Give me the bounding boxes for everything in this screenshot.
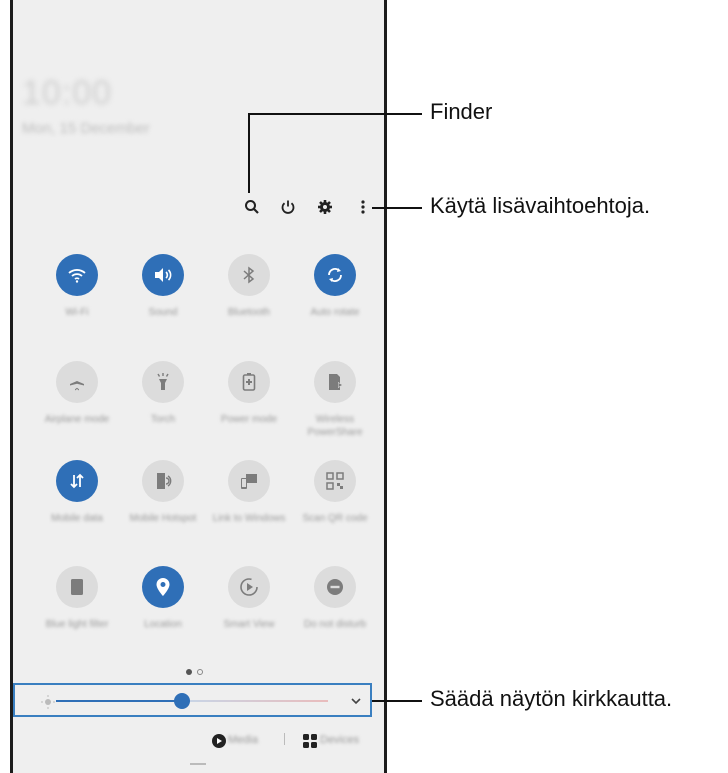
- tile-torch[interactable]: Torch: [120, 361, 206, 426]
- tile-bluetooth[interactable]: Bluetooth: [206, 254, 292, 319]
- tile-blue-light-filter[interactable]: Blue light filter: [34, 566, 120, 631]
- powershare-icon: [314, 361, 356, 403]
- tile-label: Wi-Fi: [65, 307, 89, 318]
- volume-icon: [142, 254, 184, 296]
- brightness-callout: Säädä näytön kirkkautta.: [430, 686, 673, 711]
- location-icon: [142, 566, 184, 608]
- options-callout-line: [372, 207, 422, 209]
- tile-label: Airplane mode: [44, 414, 110, 425]
- page-indicator: [186, 669, 203, 675]
- tile-label: Location: [144, 619, 182, 630]
- wifi-icon: [56, 254, 98, 296]
- tile-mobile-data[interactable]: Mobile data: [34, 460, 120, 525]
- sun-icon: [36, 690, 60, 714]
- tile-label: Bluetooth: [227, 307, 271, 318]
- tile-label: Do not disturb: [303, 619, 367, 630]
- page-dot-active: [186, 669, 192, 675]
- finder-callout: Finder: [430, 99, 493, 124]
- tile-airplane-mode[interactable]: Airplane mode: [34, 361, 120, 426]
- date: Mon, 15 December: [22, 120, 150, 137]
- link-windows-icon: [228, 460, 270, 502]
- tile-power-mode[interactable]: Power mode: [206, 361, 292, 426]
- tile-label: Smart View: [223, 619, 275, 630]
- tile-label: Blue light filter: [45, 619, 109, 630]
- devices-grid-icon[interactable]: [298, 729, 322, 753]
- finder-search-icon[interactable]: [240, 195, 264, 219]
- bluelight-icon: [56, 566, 98, 608]
- tile-wireless-powershare[interactable]: Wireless PowerShare: [292, 361, 378, 439]
- tile-location[interactable]: Location: [120, 566, 206, 631]
- devices-label[interactable]: Devices: [320, 734, 359, 746]
- data-arrows-icon: [56, 460, 98, 502]
- tile-smart-view[interactable]: Smart View: [206, 566, 292, 631]
- divider: [284, 733, 285, 745]
- clock: 10:00: [22, 74, 113, 112]
- tile-label: Link to Windows: [212, 513, 286, 524]
- dnd-icon: [314, 566, 356, 608]
- tile-label: Sound: [148, 307, 178, 318]
- battery-icon: [228, 361, 270, 403]
- tile-label: Scan QR code: [302, 513, 368, 524]
- tile-label: Auto rotate: [310, 307, 360, 318]
- hotspot-icon: [142, 460, 184, 502]
- home-indicator: [190, 763, 206, 765]
- tile-wi-fi[interactable]: Wi-Fi: [34, 254, 120, 319]
- panel-bottom: [13, 747, 384, 773]
- airplane-icon: [56, 361, 98, 403]
- tile-do-not-disturb[interactable]: Do not disturb: [292, 566, 378, 631]
- smartview-icon: [228, 566, 270, 608]
- tile-scan-qr-code[interactable]: Scan QR code: [292, 460, 378, 525]
- bluetooth-icon: [228, 254, 270, 296]
- rotate-icon: [314, 254, 356, 296]
- settings-gear-icon[interactable]: [313, 195, 337, 219]
- more-options-callout: Käytä lisävaihtoehtoja.: [430, 193, 651, 218]
- tile-auto-rotate[interactable]: Auto rotate: [292, 254, 378, 319]
- tile-sound[interactable]: Sound: [120, 254, 206, 319]
- tile-label: Power mode: [220, 414, 278, 425]
- brightness-slider-thumb[interactable]: [174, 693, 190, 709]
- tile-label: Wireless PowerShare: [307, 414, 363, 438]
- finder-callout-line-h: [248, 113, 422, 115]
- tile-link-to-windows[interactable]: Link to Windows: [206, 460, 292, 525]
- tile-mobile-hotspot[interactable]: Mobile Hotspot: [120, 460, 206, 525]
- brightness-callout-line: [372, 700, 422, 702]
- qr-icon: [314, 460, 356, 502]
- tile-label: Mobile Hotspot: [129, 513, 197, 524]
- flashlight-icon: [142, 361, 184, 403]
- chevron-down-icon[interactable]: [344, 689, 368, 713]
- brightness-track[interactable]: [182, 700, 328, 702]
- media-label[interactable]: Media: [228, 734, 258, 746]
- tile-label: Torch: [150, 414, 176, 425]
- tile-label: Mobile data: [51, 513, 103, 524]
- power-icon[interactable]: [276, 195, 300, 219]
- brightness-track-filled: [56, 700, 182, 702]
- page-dot: [197, 669, 203, 675]
- finder-callout-line: [248, 113, 250, 193]
